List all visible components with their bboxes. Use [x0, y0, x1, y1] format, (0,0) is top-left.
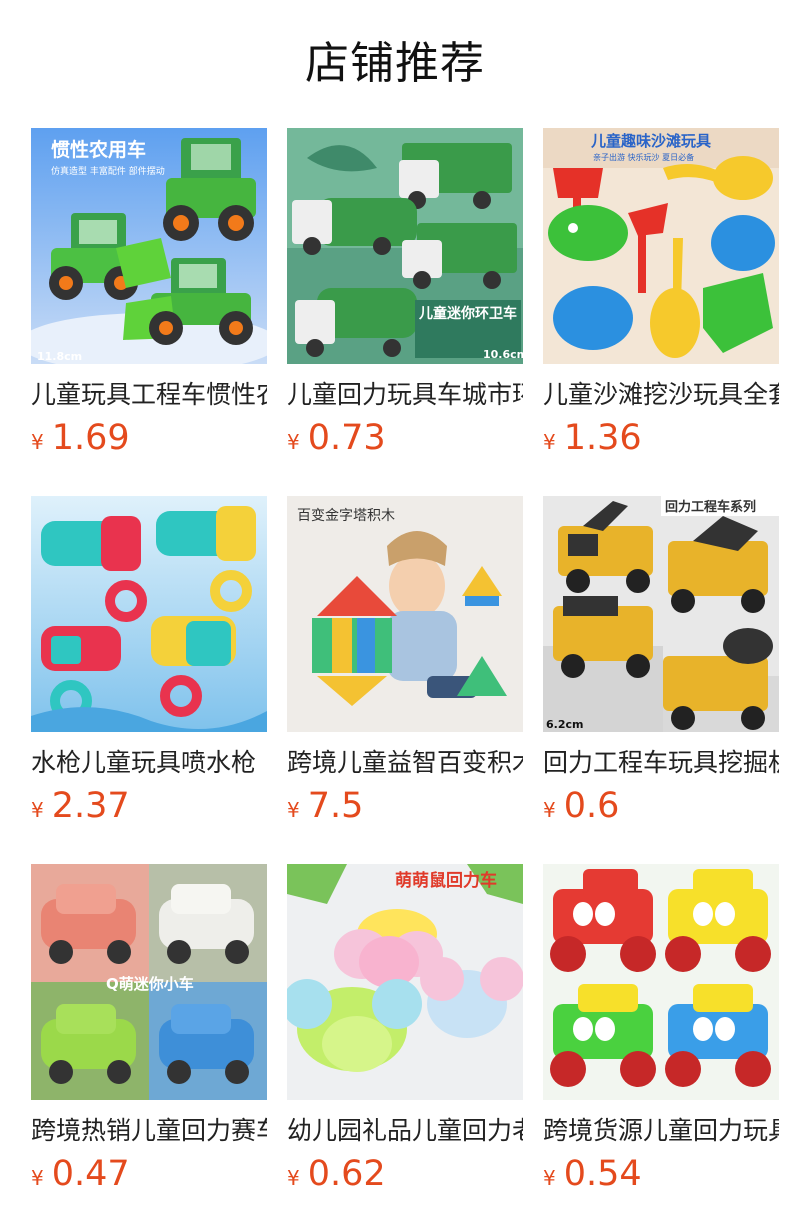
product-image[interactable]: Q萌迷你小车	[31, 864, 267, 1100]
image-heading: 百变金字塔积木	[297, 508, 395, 524]
product-price: ¥0.6	[543, 786, 619, 826]
image-heading: 惯性农用车	[51, 138, 146, 161]
price-value: 0.47	[51, 1154, 130, 1194]
currency-symbol: ¥	[543, 430, 556, 454]
price-value: 7.5	[307, 786, 364, 826]
currency-symbol: ¥	[31, 1166, 44, 1190]
image-size-label: 11.8cm	[37, 350, 82, 363]
product-card[interactable]: 跨境货源儿童回力玩具车 ¥0.54	[543, 864, 779, 1194]
product-name[interactable]: 跨境热销儿童回力赛车	[31, 1114, 267, 1148]
product-price: ¥2.37	[31, 786, 130, 826]
product-name[interactable]: 儿童回力玩具车城市环卫车	[287, 378, 523, 412]
product-image[interactable]: 惯性农用车 仿真造型 丰富配件 部件摆动 11.8cm	[31, 128, 267, 364]
image-subtitle: 亲子出游 快乐玩沙 夏日必备	[593, 152, 694, 162]
product-name[interactable]: 回力工程车玩具挖掘机	[543, 746, 779, 780]
currency-symbol: ¥	[287, 1166, 300, 1190]
image-heading: 回力工程车系列	[665, 499, 756, 515]
product-card[interactable]: 惯性农用车 仿真造型 丰富配件 部件摆动 11.8cm 儿童玩具工程车惯性农用车…	[31, 128, 267, 458]
product-price: ¥1.36	[543, 418, 642, 458]
price-value: 0.6	[563, 786, 620, 826]
sanitation-truck-icon: 儿童迷你环卫车 10.6cm	[287, 128, 523, 364]
price-value: 1.36	[563, 418, 642, 458]
currency-symbol: ¥	[543, 798, 556, 822]
product-image[interactable]: 回力工程车系列 6.2cm	[543, 496, 779, 732]
product-price: ¥0.47	[31, 1154, 130, 1194]
product-name[interactable]: 儿童沙滩挖沙玩具全套	[543, 378, 779, 412]
product-card[interactable]: Q萌迷你小车 跨境热销儿童回力赛车 ¥0.47	[31, 864, 267, 1194]
image-subtitle: 仿真造型 丰富配件 部件摆动	[51, 165, 165, 177]
price-value: 2.37	[51, 786, 130, 826]
beach-toys-icon: 儿童趣味沙滩玩具 亲子出游 快乐玩沙 夏日必备	[543, 128, 779, 364]
product-name[interactable]: 幼儿园礼品儿童回力老鼠	[287, 1114, 523, 1148]
pyramid-blocks-icon: 百变金字塔积木	[287, 496, 523, 732]
price-value: 0.54	[563, 1154, 642, 1194]
price-value: 0.73	[307, 418, 386, 458]
product-image[interactable]: 萌萌鼠回力车	[287, 864, 523, 1100]
mini-car-icon: Q萌迷你小车	[31, 864, 267, 1100]
product-image[interactable]	[31, 496, 267, 732]
product-price: ¥1.69	[31, 418, 130, 458]
image-heading: 儿童迷你环卫车	[418, 305, 517, 322]
currency-symbol: ¥	[543, 1166, 556, 1190]
currency-symbol: ¥	[31, 430, 44, 454]
product-card[interactable]: 百变金字塔积木 跨境儿童益智百变积木 ¥7.5	[287, 496, 523, 826]
product-name[interactable]: 儿童玩具工程车惯性农用车	[31, 378, 267, 412]
product-price: ¥0.73	[287, 418, 386, 458]
product-card[interactable]: 回力工程车系列 6.2cm 回力工程车玩具挖掘机 ¥0.6	[543, 496, 779, 826]
currency-symbol: ¥	[31, 798, 44, 822]
image-size-label: 6.2cm	[546, 718, 583, 731]
product-card[interactable]: 萌萌鼠回力车 幼儿园礼品儿童回力老鼠 ¥0.62	[287, 864, 523, 1194]
currency-symbol: ¥	[287, 430, 300, 454]
price-value: 1.69	[51, 418, 130, 458]
product-card[interactable]: 儿童迷你环卫车 10.6cm 儿童回力玩具车城市环卫车 ¥0.73	[287, 128, 523, 458]
price-value: 0.62	[307, 1154, 386, 1194]
product-image[interactable]: 儿童趣味沙滩玩具 亲子出游 快乐玩沙 夏日必备	[543, 128, 779, 364]
product-image[interactable]: 儿童迷你环卫车 10.6cm	[287, 128, 523, 364]
product-name[interactable]: 跨境儿童益智百变积木	[287, 746, 523, 780]
product-price: ¥0.62	[287, 1154, 386, 1194]
mouse-car-icon: 萌萌鼠回力车	[287, 864, 523, 1100]
product-card[interactable]: 儿童趣味沙滩玩具 亲子出游 快乐玩沙 夏日必备 儿童沙滩挖沙玩具全套 ¥1.36	[543, 128, 779, 458]
product-name[interactable]: 跨境货源儿童回力玩具车	[543, 1114, 779, 1148]
water-gun-icon	[31, 496, 267, 732]
product-card[interactable]: 水枪儿童玩具喷水枪 ¥2.37	[31, 496, 267, 826]
product-grid: 惯性农用车 仿真造型 丰富配件 部件摆动 11.8cm 儿童玩具工程车惯性农用车…	[0, 0, 790, 1232]
green-bulldozer-icon: 惯性农用车 仿真造型 丰富配件 部件摆动 11.8cm	[31, 128, 267, 364]
product-price: ¥0.54	[543, 1154, 642, 1194]
product-price: ¥7.5	[287, 786, 363, 826]
image-size-label: 10.6cm	[483, 348, 523, 361]
product-image[interactable]: 百变金字塔积木	[287, 496, 523, 732]
currency-symbol: ¥	[287, 798, 300, 822]
product-name[interactable]: 水枪儿童玩具喷水枪	[31, 746, 267, 780]
construction-truck-icon: 回力工程车系列 6.2cm	[543, 496, 779, 732]
cartoon-truck-icon	[543, 864, 779, 1100]
image-heading: 儿童趣味沙滩玩具	[590, 132, 711, 150]
image-heading: Q萌迷你小车	[106, 975, 194, 993]
product-image[interactable]	[543, 864, 779, 1100]
image-heading: 萌萌鼠回力车	[395, 870, 497, 891]
